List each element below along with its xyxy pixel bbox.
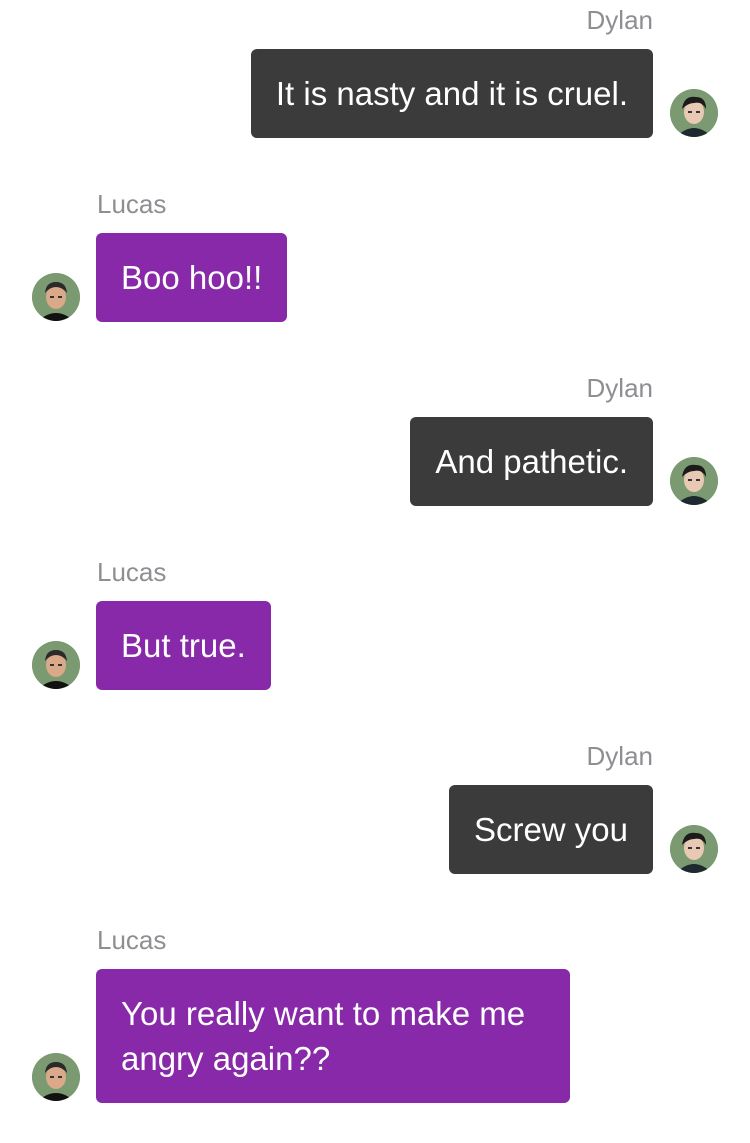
message-bubble[interactable]: But true. [96,601,271,690]
sender-name: Dylan [586,5,653,35]
dylan-avatar-icon[interactable] [670,457,718,505]
message-bubble[interactable]: You really want to make me angry again?? [96,969,570,1103]
lucas-avatar-icon[interactable] [32,273,80,321]
dylan-avatar-icon[interactable] [670,825,718,873]
lucas-avatar-icon[interactable] [32,1053,80,1101]
sender-name: Dylan [586,741,653,771]
dylan-avatar-icon[interactable] [670,89,718,137]
sender-name: Lucas [97,189,167,219]
lucas-avatar-icon[interactable] [32,641,80,689]
message-bubble[interactable]: Boo hoo!! [96,233,288,322]
sender-name: Lucas [97,925,167,955]
message-bubble[interactable]: And pathetic. [410,417,653,506]
sender-name: Lucas [97,557,167,587]
message-bubble[interactable]: Screw you [448,785,653,874]
sender-name: Dylan [586,373,653,403]
message-bubble[interactable]: It is nasty and it is cruel. [250,49,653,138]
